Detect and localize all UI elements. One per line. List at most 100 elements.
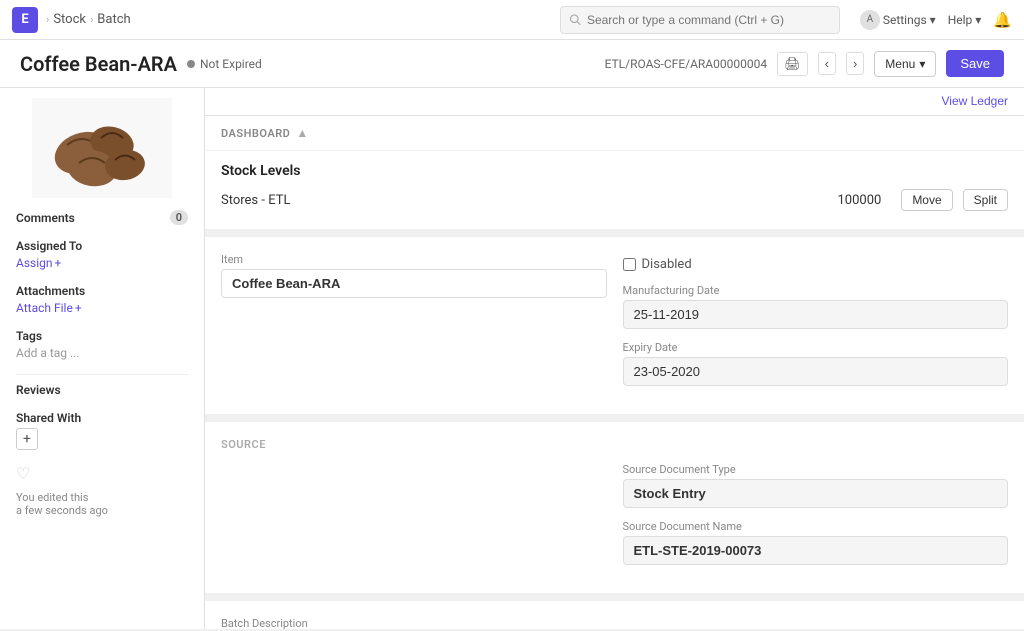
manufacturing-date-group: Manufacturing Date [623, 284, 1009, 329]
save-button[interactable]: Save [946, 50, 1004, 77]
view-ledger-bar: View Ledger [205, 88, 1024, 116]
reviews-title: Reviews [16, 383, 188, 397]
sidebar-assigned-to: Assigned To Assign + [16, 239, 188, 270]
assign-label: Assign [16, 256, 53, 270]
tags-label: Tags [16, 329, 42, 343]
comments-count: 0 [170, 210, 188, 225]
assigned-to-label: Assigned To [16, 239, 82, 253]
shared-with-label: Shared With [16, 411, 81, 425]
menu-button[interactable]: Menu ▾ [874, 51, 936, 77]
search-icon [569, 13, 581, 26]
chevron-right-icon: › [90, 13, 93, 26]
source-doc-name-input[interactable] [623, 536, 1009, 565]
manufacturing-date-label: Manufacturing Date [623, 284, 1009, 297]
sidebar-footer: You edited this a few seconds ago [16, 491, 188, 517]
view-ledger-label: View Ledger [942, 94, 1009, 108]
plus-icon: + [75, 301, 82, 315]
page-title: Coffee Bean-ARA [20, 52, 177, 76]
breadcrumb: › Stock › Batch [46, 12, 131, 27]
dashboard-panel: DASHBOARD ▲ Stock Levels Stores - ETL 10… [205, 116, 1024, 229]
content-area: View Ledger DASHBOARD ▲ Stock Levels Sto… [205, 88, 1024, 629]
comments-title: Comments 0 [16, 210, 188, 225]
menu-label: Menu [885, 57, 915, 71]
disabled-checkbox[interactable] [623, 258, 636, 271]
search-bar[interactable] [560, 6, 840, 34]
item-field-group: Item [221, 253, 607, 298]
move-label: Move [912, 193, 941, 207]
source-right-col: Source Document Type Source Document Nam… [623, 463, 1009, 577]
settings-label: Settings [883, 13, 927, 27]
breadcrumb-batch[interactable]: Batch [97, 12, 130, 27]
comments-label: Comments [16, 211, 75, 225]
source-form-row: Source Document Type Source Document Nam… [221, 463, 1008, 577]
chevron-down-icon: ▾ [919, 57, 925, 71]
page-header-actions: ETL/ROAS-CFE/ARA00000004 🖨 ‹ › Menu ▾ Sa… [605, 50, 1004, 77]
source-doc-type-group: Source Document Type [623, 463, 1009, 508]
attachments-title: Attachments [16, 284, 188, 298]
stores-label: Stores - ETL [221, 193, 290, 208]
sidebar-shared-with: Shared With + [16, 411, 188, 450]
save-label: Save [960, 56, 990, 71]
stock-levels-title: Stock Levels [221, 163, 1008, 179]
prev-record-button[interactable]: ‹ [818, 52, 836, 75]
split-label: Split [974, 193, 997, 207]
add-tag-button[interactable]: Add a tag ... [16, 346, 188, 360]
plus-icon: + [55, 256, 62, 270]
chevron-right-icon: › [46, 13, 49, 26]
dashboard-panel-body: Stock Levels Stores - ETL 100000 Move Sp… [205, 151, 1024, 229]
chevron-down-icon: ▾ [975, 13, 981, 27]
print-button[interactable]: 🖨 [777, 52, 808, 76]
search-input[interactable] [587, 13, 831, 27]
item-form-section: Item Disabled Manufacturing Date Expiry … [205, 237, 1024, 414]
right-column: Disabled Manufacturing Date Expiry Date [623, 253, 1009, 398]
source-section: SOURCE Source Document Type Source Docum… [205, 422, 1024, 593]
manufacturing-date-input[interactable] [623, 300, 1009, 329]
assign-button[interactable]: Assign + [16, 256, 188, 270]
status-badge: Not Expired [187, 57, 262, 71]
next-record-button[interactable]: › [846, 52, 864, 75]
item-input[interactable] [221, 269, 607, 298]
page-header: Coffee Bean-ARA Not Expired ETL/ROAS-CFE… [0, 40, 1024, 88]
collapse-icon[interactable]: ▲ [296, 126, 308, 140]
source-doc-type-input[interactable] [623, 479, 1009, 508]
sidebar: Comments 0 Assigned To Assign + Attachme… [0, 88, 205, 629]
source-doc-type-label: Source Document Type [623, 463, 1009, 476]
help-label: Help [948, 13, 973, 27]
breadcrumb-stock[interactable]: Stock [53, 12, 86, 27]
shared-with-title: Shared With [16, 411, 188, 425]
batch-description-section: Batch Description [205, 601, 1024, 629]
stores-quantity: 100000 [837, 193, 881, 208]
expiry-date-label: Expiry Date [623, 341, 1009, 354]
source-section-label: SOURCE [221, 438, 1008, 451]
source-doc-name-label: Source Document Name [623, 520, 1009, 533]
split-button[interactable]: Split [963, 189, 1008, 211]
logo-letter: E [21, 12, 28, 27]
sidebar-attachments: Attachments Attach File + [16, 284, 188, 315]
batch-desc-group: Batch Description [221, 617, 1008, 629]
sidebar-divider [16, 374, 188, 375]
dashboard-header-title: DASHBOARD [221, 127, 290, 140]
attach-file-label: Attach File [16, 301, 73, 315]
add-tag-label: Add a tag ... [16, 346, 80, 360]
footer-edited-text: You edited this [16, 491, 188, 504]
help-button[interactable]: Help ▾ [948, 13, 982, 27]
notification-bell-icon[interactable]: 🔔 [993, 11, 1012, 29]
view-ledger-button[interactable]: View Ledger [942, 94, 1009, 108]
item-form-row: Item Disabled Manufacturing Date Expiry … [221, 253, 1008, 398]
move-button[interactable]: Move [901, 189, 952, 211]
page-title-area: Coffee Bean-ARA Not Expired [20, 52, 262, 76]
disabled-checkbox-row: Disabled [623, 257, 1009, 272]
batch-desc-label: Batch Description [221, 617, 1008, 629]
status-text: Not Expired [200, 57, 262, 71]
topnav-actions: A Settings ▾ Help ▾ 🔔 [860, 10, 1012, 30]
add-shared-user-button[interactable]: + [16, 428, 38, 450]
sidebar-comments: Comments 0 [16, 210, 188, 225]
dashboard-panel-header: DASHBOARD ▲ [205, 116, 1024, 151]
settings-button[interactable]: A Settings ▾ [860, 10, 936, 30]
like-icon[interactable]: ♡ [16, 464, 188, 483]
tags-title: Tags [16, 329, 188, 343]
attach-file-button[interactable]: Attach File + [16, 301, 188, 315]
expiry-date-input[interactable] [623, 357, 1009, 386]
sidebar-tags: Tags Add a tag ... [16, 329, 188, 360]
source-doc-name-group: Source Document Name [623, 520, 1009, 565]
